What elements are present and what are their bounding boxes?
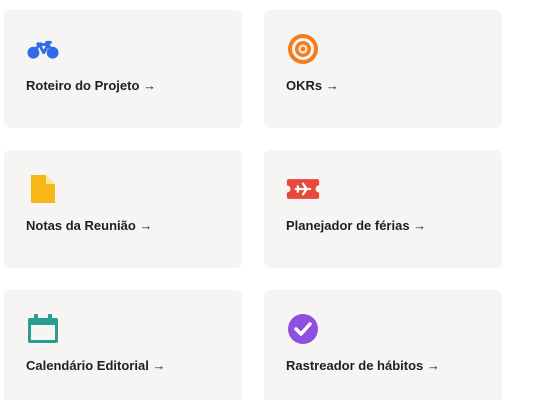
card-okrs[interactable]: OKRs →: [264, 10, 502, 128]
card-label: Rastreador de hábitos →: [286, 358, 440, 373]
target-icon: [286, 32, 320, 66]
bicycle-icon: [26, 32, 60, 66]
card-label: Roteiro do Projeto →: [26, 78, 156, 93]
card-label: Planejador de férias →: [286, 218, 427, 233]
document-icon: [26, 172, 60, 206]
card-label: Notas da Reunião →: [26, 218, 153, 233]
card-planejador-de-ferias[interactable]: Planejador de férias →: [264, 150, 502, 268]
check-circle-icon: [286, 312, 320, 346]
template-grid: Roteiro do Projeto → OKRs → Notas da Reu…: [0, 0, 536, 400]
card-label: OKRs →: [286, 78, 339, 93]
airplane-ticket-icon: [286, 172, 320, 206]
card-rastreador-de-habitos[interactable]: Rastreador de hábitos →: [264, 290, 502, 400]
card-label: Calendário Editorial →: [26, 358, 166, 373]
card-notas-da-reuniao[interactable]: Notas da Reunião →: [4, 150, 242, 268]
card-calendario-editorial[interactable]: Calendário Editorial →: [4, 290, 242, 400]
card-roteiro-do-projeto[interactable]: Roteiro do Projeto →: [4, 10, 242, 128]
calendar-icon: [26, 312, 60, 346]
